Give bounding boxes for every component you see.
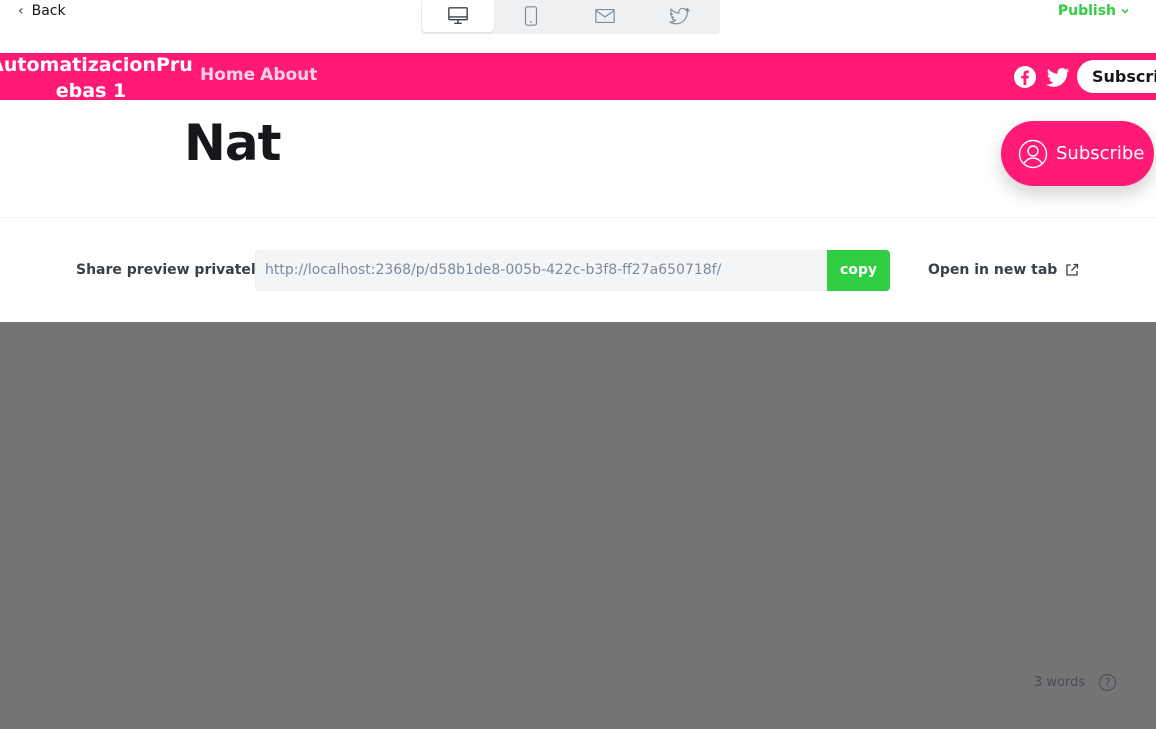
desktop-preview-tab[interactable] xyxy=(422,0,494,32)
preview-device-switch xyxy=(421,0,720,34)
post-preview: Nat xyxy=(0,100,1156,218)
share-preview-bar: Share preview privately http://localhost… xyxy=(0,218,1156,322)
site-title[interactable]: AutomatizacionPruebas 1 xyxy=(0,53,197,100)
site-header: AutomatizacionPruebas 1 Home About Subsc… xyxy=(0,53,1156,100)
open-in-new-tab-link[interactable]: Open in new tab xyxy=(928,262,1079,278)
chevron-left-icon: ‹ xyxy=(18,3,24,19)
twitter-preview-tab[interactable] xyxy=(642,0,716,32)
portal-subscribe-label: Subscribe xyxy=(1056,143,1145,164)
chevron-down-icon xyxy=(1121,8,1129,14)
back-button[interactable]: ‹ Back xyxy=(18,3,66,19)
nav-item-home[interactable]: Home xyxy=(200,65,255,85)
open-in-new-tab-label: Open in new tab xyxy=(928,262,1058,278)
help-icon[interactable]: ? xyxy=(1099,674,1117,691)
twitter-icon xyxy=(669,7,690,25)
header-subscribe-button[interactable]: Subscribe xyxy=(1077,60,1156,93)
external-link-icon xyxy=(1066,263,1079,276)
editor-topbar: ‹ Back Publish xyxy=(0,0,1156,53)
facebook-icon[interactable] xyxy=(1013,65,1037,89)
word-count: 3 words xyxy=(1034,675,1086,690)
nav-item-about[interactable]: About xyxy=(260,65,317,85)
preview-url-field[interactable]: http://localhost:2368/p/d58b1de8-005b-42… xyxy=(255,250,827,291)
twitter-icon[interactable] xyxy=(1046,65,1070,89)
portal-subscribe-button[interactable]: Subscribe xyxy=(1001,121,1154,186)
post-title: Nat xyxy=(184,114,281,172)
mail-icon xyxy=(595,8,615,24)
user-icon xyxy=(1018,139,1048,168)
copy-button[interactable]: copy xyxy=(827,250,890,291)
email-preview-tab[interactable] xyxy=(568,0,642,32)
editor-overlay: 3 words ? xyxy=(0,322,1156,729)
back-label: Back xyxy=(31,3,66,19)
publish-button[interactable]: Publish xyxy=(1058,3,1130,19)
site-nav: Home About xyxy=(200,65,317,85)
mobile-preview-tab[interactable] xyxy=(494,0,568,32)
publish-label: Publish xyxy=(1057,3,1116,19)
word-count-area: 3 words ? xyxy=(1034,674,1117,691)
social-links xyxy=(1013,65,1070,89)
desktop-icon xyxy=(448,7,468,25)
share-preview-label: Share preview privately xyxy=(76,262,265,278)
mobile-icon xyxy=(524,6,538,26)
